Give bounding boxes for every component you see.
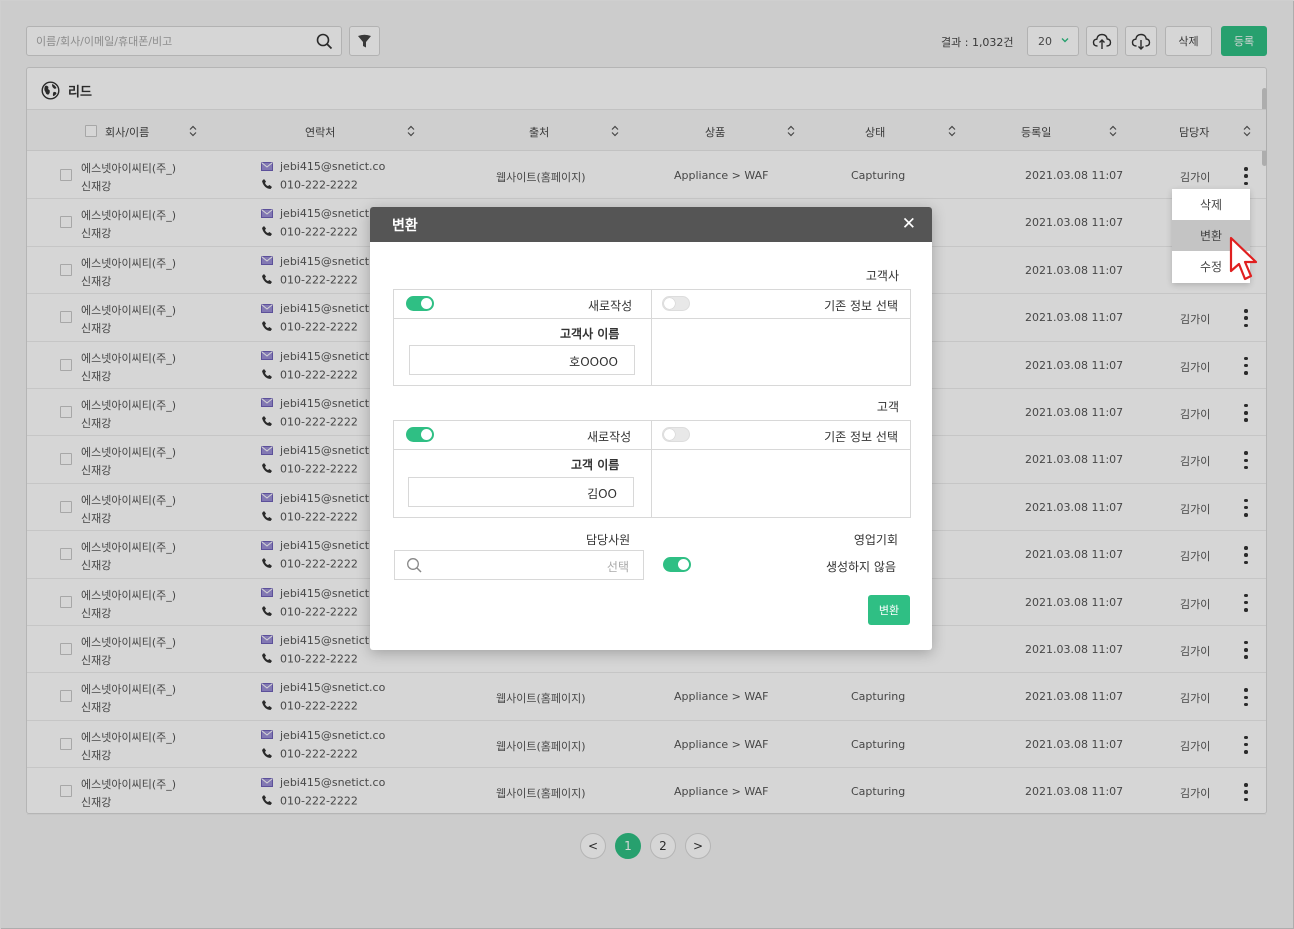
search-icon xyxy=(406,557,423,577)
pointer-cursor-icon xyxy=(1227,235,1261,288)
customer-box: 새로작성 기존 정보 선택 고객 이름 김OO xyxy=(393,420,911,518)
customer-company-name-input[interactable]: 호OOOO xyxy=(409,345,635,375)
menu-item-delete[interactable]: 삭제 xyxy=(1172,189,1250,220)
convert-dialog: 변환 ✕ 고객사 새로작성 기존 정보 선택 고객사 이름 호OOOO 고객 새… xyxy=(370,207,932,650)
employee-placeholder: 선택 xyxy=(606,560,629,574)
section-title-customer: 고객 xyxy=(876,400,899,414)
divider xyxy=(651,421,652,517)
customer-existing-label: 기존 정보 선택 xyxy=(824,430,898,444)
customer-name-input[interactable]: 김OO xyxy=(408,477,634,507)
customer-existing-toggle[interactable] xyxy=(662,427,690,442)
customer-new-label: 새로작성 xyxy=(587,430,632,444)
close-icon[interactable]: ✕ xyxy=(902,216,916,233)
customer-options-row: 새로작성 기존 정보 선택 xyxy=(394,421,910,450)
customer-company-name-label: 고객사 이름 xyxy=(560,327,620,341)
dialog-header: 변환 ✕ xyxy=(370,207,932,242)
customer-company-existing-label: 기존 정보 선택 xyxy=(824,299,898,313)
opportunity-label: 영업기회 xyxy=(853,533,898,547)
opportunity-toggle[interactable] xyxy=(663,557,691,572)
customer-company-options-row: 새로작성 기존 정보 선택 xyxy=(394,290,910,319)
page: 결과 : 1,032건 20 삭제 등록 리드 회사/이름 연락처 출처 상품 … xyxy=(0,0,1294,929)
convert-button[interactable]: 변환 xyxy=(868,595,910,625)
customer-new-toggle[interactable] xyxy=(406,427,434,442)
customer-name-label: 고객 이름 xyxy=(571,458,620,472)
customer-company-new-toggle[interactable] xyxy=(406,296,434,311)
opportunity-toggle-label: 생성하지 않음 xyxy=(825,560,896,574)
employee-label: 담당사원 xyxy=(586,533,631,547)
customer-company-existing-toggle[interactable] xyxy=(662,296,690,311)
customer-company-box: 새로작성 기존 정보 선택 고객사 이름 호OOOO xyxy=(393,289,911,386)
customer-company-new-label: 새로작성 xyxy=(588,299,633,313)
dialog-title: 변환 xyxy=(392,217,418,234)
employee-search[interactable]: 선택 xyxy=(394,550,644,580)
section-title-customer-company: 고객사 xyxy=(865,269,899,283)
divider xyxy=(651,290,652,385)
